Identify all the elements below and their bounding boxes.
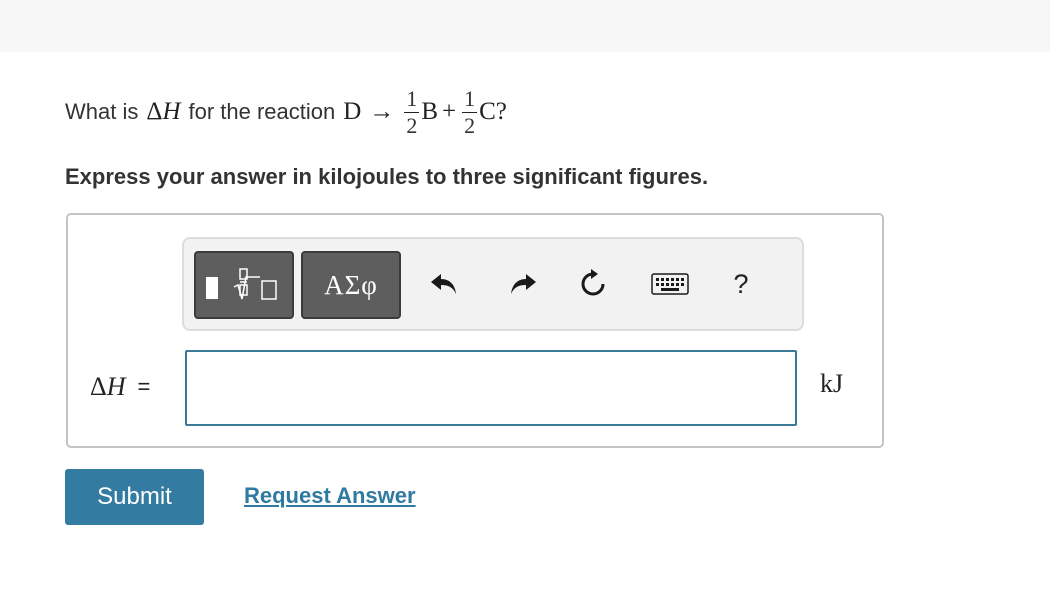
help-button[interactable]: ?: [726, 264, 756, 304]
templates-button[interactable]: [194, 251, 294, 319]
reactant: D: [343, 98, 362, 125]
keyboard-icon[interactable]: [650, 267, 690, 301]
product-2: C: [479, 98, 496, 125]
product-1: B: [421, 98, 438, 125]
coefficient-2: 1 2: [462, 85, 478, 138]
instruction-text: Express your answer in kilojoules to thr…: [65, 164, 709, 189]
units-label: kJ: [820, 369, 844, 398]
answer-input[interactable]: [185, 350, 797, 426]
request-answer-link[interactable]: Request Answer: [244, 483, 416, 509]
answer-label: ΔH =: [90, 372, 151, 401]
templates-icon: [206, 268, 277, 300]
redo-icon[interactable]: [506, 267, 540, 301]
answer-panel: ΑΣφ ? ΔH = kJ: [66, 213, 884, 448]
submit-button[interactable]: Submit: [65, 469, 204, 525]
question-prefix: What is: [65, 99, 139, 124]
plus-sign: +: [442, 98, 457, 125]
reaction-arrow: →: [369, 98, 395, 125]
delta-h-symbol: ΔH: [146, 98, 181, 125]
undo-icon[interactable]: [427, 267, 461, 301]
question-mark: ?: [495, 98, 507, 125]
reset-icon[interactable]: [576, 267, 610, 301]
coefficient-1: 1 2: [404, 85, 420, 138]
question-middle: for the reaction: [188, 99, 336, 124]
math-toolbar: ΑΣφ ?: [182, 237, 804, 331]
top-bar: [0, 0, 1050, 52]
greek-symbols-button[interactable]: ΑΣφ: [301, 251, 401, 319]
question-text: What is ΔH for the reaction D → 1 2 B + …: [65, 72, 507, 152]
